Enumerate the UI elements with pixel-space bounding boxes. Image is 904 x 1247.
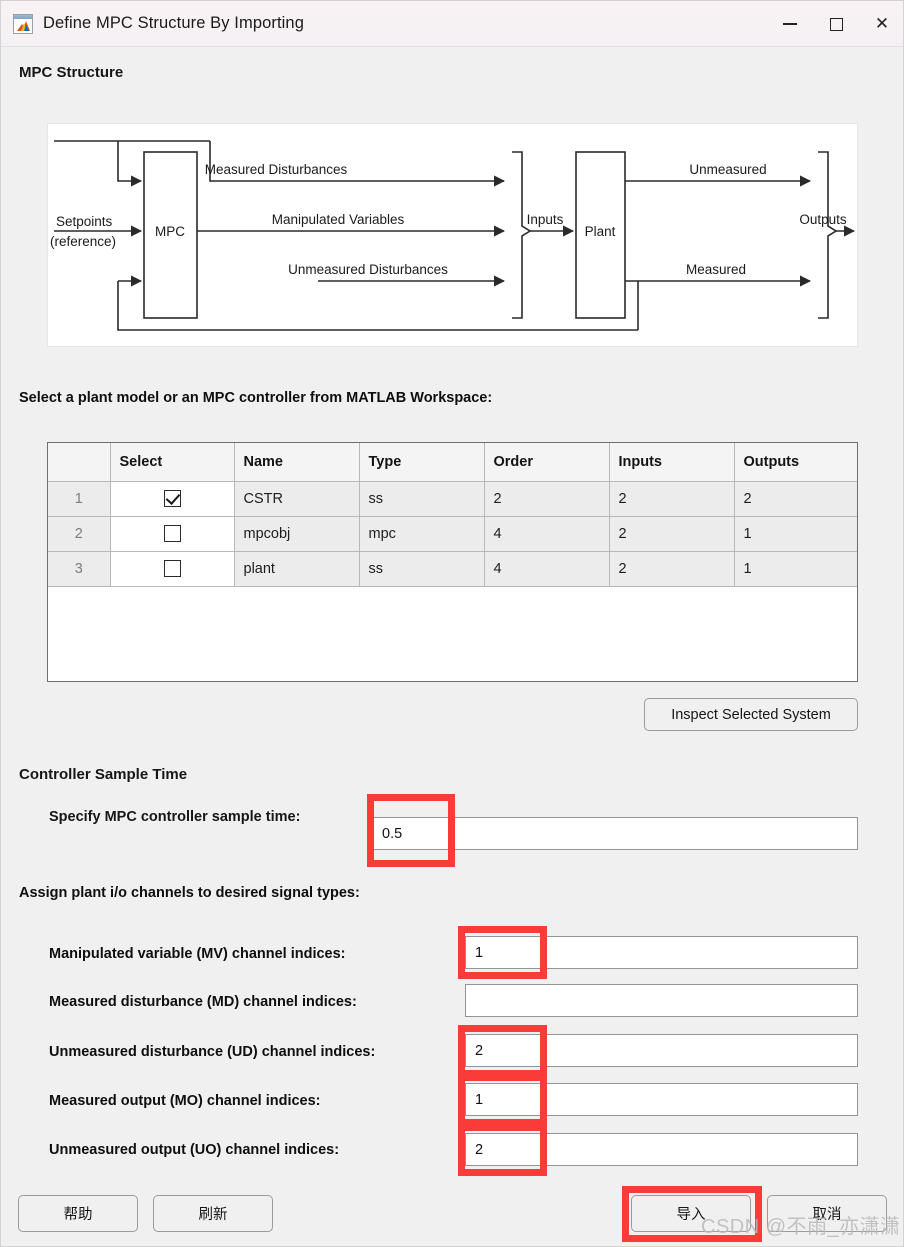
window-title: Define MPC Structure By Importing [43, 14, 304, 32]
controller-sample-time-title: Controller Sample Time [19, 766, 188, 783]
cell-outputs[interactable]: 1 [734, 516, 857, 552]
diagram-manipulated-variables-label: Manipulated Variables [272, 212, 405, 227]
column-header-name[interactable]: Name [234, 443, 360, 482]
cell-type[interactable]: mpc [359, 516, 485, 552]
cell-inputs[interactable]: 2 [609, 551, 735, 587]
inspect-selected-system-button[interactable]: Inspect Selected System [644, 698, 858, 731]
table-row[interactable]: 1 CSTR ss 2 2 2 [48, 481, 857, 517]
column-header-select[interactable]: Select [110, 443, 235, 482]
cell-name[interactable]: CSTR [234, 481, 360, 517]
ud-channel-input[interactable]: 2 [465, 1034, 858, 1067]
uo-channel-label: Unmeasured output (UO) channel indices: [49, 1142, 340, 1158]
table-row[interactable]: 2 mpcobj mpc 4 2 1 [48, 516, 857, 552]
diagram-unmeasured-disturbances-label: Unmeasured Disturbances [288, 262, 448, 277]
cell-order[interactable]: 4 [484, 516, 610, 552]
row-select-checkbox[interactable] [110, 551, 235, 587]
minimize-icon[interactable] [767, 1, 813, 47]
column-header-outputs[interactable]: Outputs [734, 443, 857, 482]
diagram-unmeasured-label: Unmeasured [689, 162, 766, 177]
cell-type[interactable]: ss [359, 481, 485, 517]
diagram-plant-block-label: Plant [585, 224, 616, 239]
matlab-icon [13, 13, 33, 34]
title-bar: Define MPC Structure By Importing ✕ [1, 1, 903, 47]
uo-channel-input[interactable]: 2 [465, 1133, 858, 1166]
column-header-order[interactable]: Order [484, 443, 610, 482]
watermark: CSDN @不雨_亦潇潇 [701, 1216, 901, 1238]
sample-time-input[interactable]: 0.5 [372, 817, 858, 850]
mo-channel-input[interactable]: 1 [465, 1083, 858, 1116]
table-header-row: Select Name Type Order Inputs Outputs [48, 443, 857, 482]
checkbox-icon[interactable] [163, 525, 181, 542]
row-select-checkbox[interactable] [110, 481, 235, 517]
cell-order[interactable]: 2 [484, 481, 610, 517]
window-controls: ✕ [767, 1, 903, 47]
ud-channel-label: Unmeasured disturbance (UD) channel indi… [49, 1044, 376, 1060]
diagram-mpc-block-label: MPC [155, 224, 185, 239]
diagram-measured-disturbances-label: Measured Disturbances [205, 162, 348, 177]
dialog-content: MPC Structure MPC Plant Setpoints (refer… [1, 47, 903, 1246]
row-select-checkbox[interactable] [110, 516, 235, 552]
sample-time-label: Specify MPC controller sample time: [49, 809, 301, 825]
diagram-setpoints-line1: Setpoints [56, 214, 113, 229]
mo-channel-label: Measured output (MO) channel indices: [49, 1093, 321, 1109]
assign-channels-label: Assign plant i/o channels to desired sig… [19, 885, 360, 901]
row-index: 1 [48, 481, 111, 517]
cell-name[interactable]: mpcobj [234, 516, 360, 552]
cell-outputs[interactable]: 1 [734, 551, 857, 587]
diagram-outputs-label: Outputs [799, 212, 847, 227]
checkbox-icon[interactable] [163, 560, 181, 577]
checkbox-icon[interactable] [163, 490, 181, 507]
close-icon[interactable]: ✕ [859, 1, 903, 47]
md-channel-label: Measured disturbance (MD) channel indice… [49, 994, 357, 1010]
cell-inputs[interactable]: 2 [609, 516, 735, 552]
table-row[interactable]: 3 plant ss 4 2 1 [48, 551, 857, 587]
cell-inputs[interactable]: 2 [609, 481, 735, 517]
cell-order[interactable]: 4 [484, 551, 610, 587]
cell-type[interactable]: ss [359, 551, 485, 587]
column-header-inputs[interactable]: Inputs [609, 443, 735, 482]
cell-name[interactable]: plant [234, 551, 360, 587]
page-title: MPC Structure [19, 64, 124, 81]
row-index: 2 [48, 516, 111, 552]
mpc-structure-diagram: MPC Plant Setpoints (reference) Measured… [47, 123, 858, 347]
maximize-icon[interactable] [813, 1, 859, 47]
select-model-label: Select a plant model or an MPC controlle… [19, 390, 493, 406]
help-button[interactable]: 帮助 [18, 1195, 138, 1232]
row-index: 3 [48, 551, 111, 587]
mv-channel-label: Manipulated variable (MV) channel indice… [49, 946, 346, 962]
table-empty-area [48, 592, 857, 681]
column-header-rownum[interactable] [48, 443, 111, 482]
refresh-button[interactable]: 刷新 [153, 1195, 273, 1232]
mv-channel-input[interactable]: 1 [465, 936, 858, 969]
column-header-type[interactable]: Type [359, 443, 485, 482]
dialog-window: Define MPC Structure By Importing ✕ MPC … [0, 0, 904, 1247]
cell-outputs[interactable]: 2 [734, 481, 857, 517]
diagram-inputs-label: Inputs [527, 212, 564, 227]
diagram-setpoints-line2: (reference) [50, 234, 116, 249]
md-channel-input[interactable] [465, 984, 858, 1017]
diagram-measured-label: Measured [686, 262, 746, 277]
workspace-model-table[interactable]: Select Name Type Order Inputs Outputs 1 [47, 442, 858, 682]
